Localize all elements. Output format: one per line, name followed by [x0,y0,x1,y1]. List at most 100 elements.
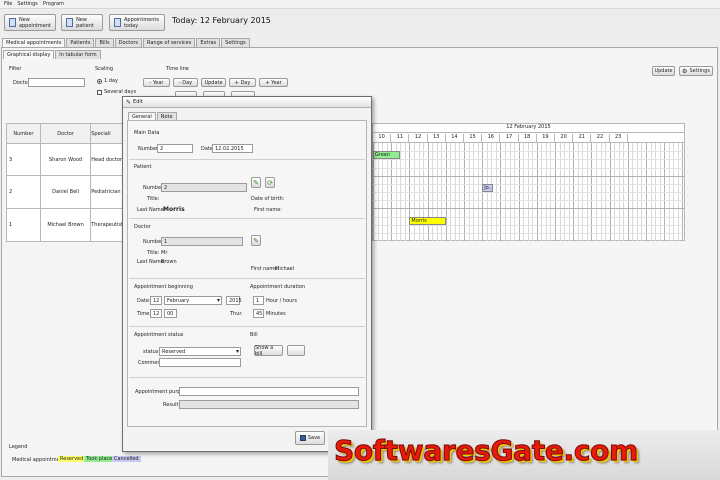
tab-medical-appointments[interactable]: Medical appointments [2,38,66,47]
scaling-title: Scaling [95,66,114,72]
duration-minutes-input[interactable]: 45 [253,309,264,318]
menu-program[interactable]: Program [43,1,64,7]
main-data-title: Main Data [134,130,160,136]
year-minus-button[interactable]: - Year [143,78,170,87]
comment-input[interactable] [159,358,241,367]
row-subline [373,200,684,202]
calendar-add-icon [9,18,16,27]
purpose-input[interactable] [179,387,359,396]
appointment-block[interactable]: Jo... [482,183,494,192]
hour-label: 19 [537,134,555,143]
edit-dialog: ✎ Edit General Note Main Data Number: 2 … [122,96,372,452]
schedule-grid: 12 February 2015 10 11 12 13 14 15 16 17 18 19 20 2… [372,123,685,241]
refresh-icon: ⟳ [267,178,273,187]
tab-settings[interactable]: Settings [221,38,250,47]
menu-file[interactable]: File [4,1,12,7]
legend-cancelled: Cancelled [112,456,141,462]
hour-label: 21 [573,134,592,143]
hour-header-row: 10 11 12 13 14 15 16 17 18 19 20 21 22 23 [373,133,684,143]
day-plus-button[interactable]: + Day [229,78,256,87]
patient-last-name-label: Last Name: [137,207,166,213]
appointment-block[interactable]: Green [373,151,401,160]
tab-patients[interactable]: Patients [66,38,95,47]
bill-extra-button[interactable] [287,345,305,356]
show-bill-button[interactable]: Show a bill [254,345,283,357]
begin-weekday: Thur. [230,311,243,317]
patient-dob-label: Date of birth: [251,196,285,202]
row-subline [373,183,684,185]
main-number-input[interactable]: 2 [157,144,193,153]
watermark-banner: SoftwaresGate.com [328,430,720,480]
doctor-edit-button[interactable]: ✎ [251,235,261,246]
row-line [373,208,684,210]
tab-graphical-display[interactable]: Graphical display [3,50,55,59]
tab-bills[interactable]: Bills [95,38,114,47]
row-subline [373,192,684,193]
tab-tabular-form[interactable]: In tabular form [55,50,101,59]
hour-label: 16 [482,134,501,143]
hour-label: 23 [610,134,628,143]
duration-hours-input[interactable]: 1 [253,296,264,305]
hour-label: 17 [500,134,519,143]
several-days-checkbox[interactable]: Several days [97,89,136,95]
row-subline [373,151,684,153]
doctor-number-input[interactable]: 1 [161,237,243,246]
status-select[interactable]: Reserved [159,347,241,356]
timeline-update-button[interactable]: Update [201,78,226,87]
status-label: status: [143,349,161,355]
table-row[interactable]: 3 Sharon Wood Head doctor [6,143,124,176]
doctor-table: Number Doctor Speciali 3 Sharon Wood Hea… [6,123,124,242]
year-plus-button[interactable]: + Year [259,78,288,87]
patient-last-name-value: Morris [163,206,185,213]
table-row[interactable]: 1 Michael Brown Therapeutist [6,208,124,242]
menu-bar: File Settings Program [0,0,720,9]
menu-settings[interactable]: Settings [17,1,38,7]
floppy-disk-icon [299,435,306,441]
patient-edit-button[interactable]: ✎ [251,177,261,188]
pencil-icon: ✎ [253,236,259,245]
patient-title: Patient [134,164,152,170]
patient-select-button[interactable]: ⟳ [265,177,275,188]
bill-title: Bill [250,332,258,338]
legend-reserved: Reserved [58,456,86,462]
main-date-input[interactable]: 12.02.2015 [212,144,253,153]
patient-number-input[interactable]: 2 [161,183,247,192]
one-day-radio[interactable]: 1 day [97,78,118,84]
section-divider [129,278,365,279]
update-button[interactable]: Update [652,66,675,76]
dialog-title: Edit [133,99,143,105]
doctor-first-name-value: Michael [275,266,295,272]
begin-hour-input[interactable]: 12 [150,309,162,318]
tab-range-of-services[interactable]: Range of services [142,38,196,47]
appointment-block[interactable]: Morris [409,216,446,225]
section-divider [129,218,365,219]
main-tabs: Medical appointments Patients Bills Doct… [2,38,251,47]
tab-doctors[interactable]: Doctors [114,38,142,47]
tab-extras[interactable]: Extras [196,38,221,47]
row-line [373,175,684,177]
table-row[interactable]: 2 Daniel Bell Pediatrician [6,175,124,209]
hour-label: 15 [464,134,483,143]
watermark-logo: SoftwaresGate.com [334,434,639,468]
row-subline [373,159,684,161]
begin-year-input[interactable]: 2015 [226,296,242,305]
begin-minute-input[interactable]: 00 [164,309,177,318]
appointments-today-button[interactable]: Appointments today [109,14,165,31]
legend-took-place: Took place [84,456,115,462]
section-divider [129,377,365,378]
doctor-last-name-value: Brown [161,259,177,265]
dialog-title-bar[interactable]: ✎ Edit [123,97,371,108]
checkbox-icon [97,89,102,95]
doctor-filter-input[interactable] [28,78,85,87]
begin-time-label: Time: [137,311,151,317]
begin-day-input[interactable]: 12 [150,296,162,305]
save-button[interactable]: Save [295,431,325,445]
day-minus-button[interactable]: - Day [173,78,198,87]
settings-button[interactable]: ⚙ Settings [679,66,713,76]
result-input[interactable] [179,400,359,409]
new-appointment-button[interactable]: New appointment [4,14,56,31]
begin-month-select[interactable]: February [164,296,222,305]
new-patient-button[interactable]: New patient [61,14,103,31]
patient-first-name-label: First name: [254,207,282,213]
hour-label: 13 [428,134,446,143]
